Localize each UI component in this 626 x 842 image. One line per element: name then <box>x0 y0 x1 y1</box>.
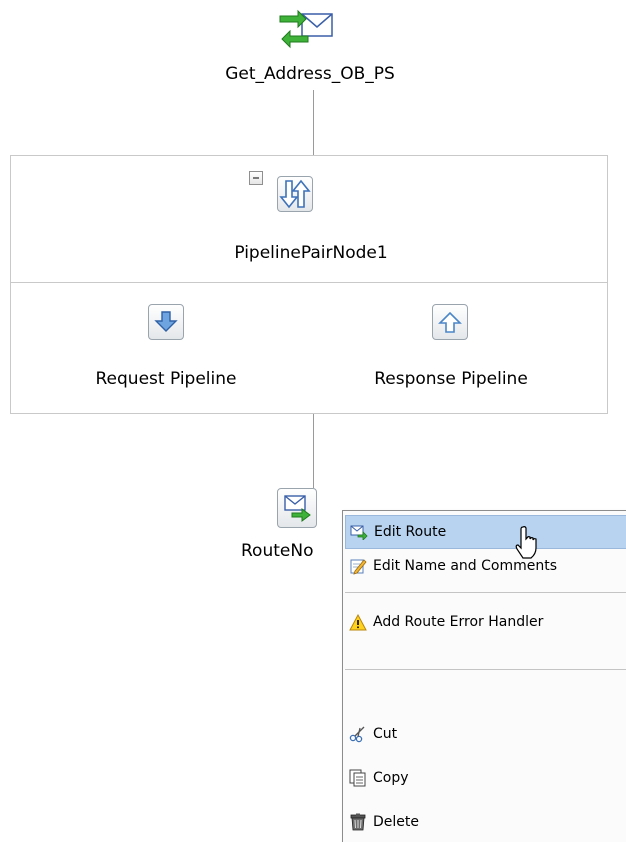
menu-item-delete[interactable]: Delete <box>345 805 626 839</box>
proxy-service-label: Get_Address_OB_PS <box>225 64 395 84</box>
copy-icon <box>349 769 367 787</box>
pipeline-pair-icon <box>279 179 311 209</box>
pipeline-pair-container: PipelinePairNode1 Request Pipeline Respo… <box>10 155 608 414</box>
menu-item-label: Edit Name and Comments <box>373 558 557 574</box>
menu-item-edit-name-comments[interactable]: Edit Name and Comments <box>345 549 626 583</box>
route-node-button[interactable] <box>277 488 317 528</box>
proxy-service-icon <box>279 9 333 49</box>
up-arrow-icon <box>438 311 462 333</box>
pipeline-pair-label: PipelinePairNode1 <box>234 243 388 263</box>
connector-line <box>313 414 314 488</box>
proxy-service-node[interactable] <box>270 6 350 50</box>
menu-separator <box>345 592 626 593</box>
context-menu: Edit Route Edit Name and Comments Add Ro… <box>342 510 626 842</box>
scissors-icon <box>349 725 367 743</box>
trash-icon <box>349 813 367 831</box>
response-pipeline-button[interactable] <box>432 304 468 340</box>
menu-item-label: Add Route Error Handler <box>373 614 544 630</box>
menu-item-cut[interactable]: Cut <box>345 717 626 751</box>
menu-item-label: Edit Route <box>374 524 447 540</box>
warning-icon <box>349 613 367 631</box>
menu-item-copy[interactable]: Copy <box>345 761 626 795</box>
menu-item-edit-route[interactable]: Edit Route <box>345 515 626 549</box>
route-envelope-icon <box>284 495 311 522</box>
menu-item-label: Delete <box>373 814 419 830</box>
request-pipeline-button[interactable] <box>148 304 184 340</box>
menu-item-add-route-error-handler[interactable]: Add Route Error Handler <box>345 605 626 639</box>
menu-item-label: Cut <box>373 726 398 742</box>
down-arrow-icon <box>154 311 178 332</box>
menu-item-label: Copy <box>373 770 409 786</box>
pipeline-pair-button[interactable] <box>277 176 313 212</box>
collapse-toggle[interactable] <box>249 171 263 185</box>
response-pipeline-label: Response Pipeline <box>374 369 528 389</box>
pipeline-divider <box>11 282 607 283</box>
route-edit-icon <box>350 523 368 541</box>
menu-separator <box>345 669 626 670</box>
request-pipeline-label: Request Pipeline <box>95 369 237 389</box>
pencil-notepad-icon <box>349 557 367 575</box>
connector-line <box>313 90 314 155</box>
route-node-label: RouteNo <box>241 541 314 561</box>
